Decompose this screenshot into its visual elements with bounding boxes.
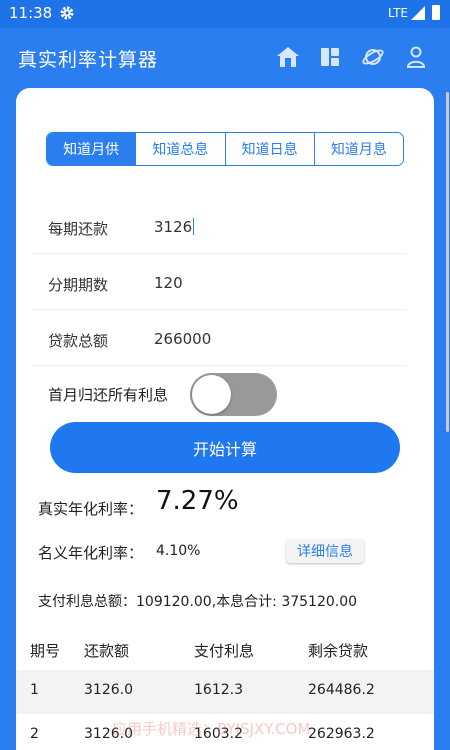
dashboard-icon[interactable] bbox=[318, 45, 342, 69]
principal-label: 贷款总额 bbox=[48, 332, 109, 350]
interest-summary: 支付利息总额：109120.00,本息合计: 375120.00 bbox=[38, 594, 358, 610]
start-calculate-button[interactable]: 开始计算 bbox=[50, 422, 400, 473]
periods-field[interactable]: 分期期数 120 bbox=[32, 255, 406, 310]
user-icon[interactable] bbox=[404, 45, 428, 69]
tab-monthly-interest[interactable]: 知道月息 bbox=[313, 133, 403, 165]
detail-info-button[interactable]: 详细信息 bbox=[286, 539, 364, 563]
header-period: 期号 bbox=[30, 642, 61, 660]
tab-daily-interest[interactable]: 知道日息 bbox=[224, 133, 314, 165]
watermark: 应用手机精选：BYJSJXY.COM bbox=[112, 720, 311, 738]
planet-icon[interactable] bbox=[361, 45, 385, 69]
toggle-knob bbox=[192, 375, 231, 414]
tab-monthly-payment[interactable]: 知道月供 bbox=[47, 133, 136, 165]
status-bar: 11:38 LTE bbox=[0, 0, 450, 28]
status-time: 11:38 bbox=[9, 4, 53, 22]
home-icon[interactable] bbox=[276, 45, 300, 69]
app-bar: 真实利率计算器 bbox=[0, 28, 450, 86]
schedule-table-header: 期号 还款额 支付利息 剩余贷款 bbox=[16, 628, 434, 666]
text-caret bbox=[193, 218, 195, 235]
mode-tabs: 知道月供 知道总息 知道日息 知道月息 bbox=[46, 132, 404, 166]
real-rate-label: 真实年化利率： bbox=[38, 500, 144, 518]
first-month-interest-label: 首月归还所有利息 bbox=[48, 386, 169, 404]
app-title: 真实利率计算器 bbox=[18, 49, 159, 71]
principal-input[interactable]: 266000 bbox=[154, 330, 211, 348]
gear-icon bbox=[60, 6, 74, 20]
periods-input[interactable]: 120 bbox=[154, 274, 183, 292]
table-row: 1 3126.0 1612.3 264486.2 bbox=[16, 670, 434, 714]
nominal-rate-label: 名义年化利率： bbox=[38, 544, 144, 562]
battery-icon bbox=[432, 5, 440, 20]
payment-input[interactable]: 3126 bbox=[154, 218, 195, 236]
header-interest: 支付利息 bbox=[194, 642, 255, 660]
scrollbar[interactable] bbox=[446, 92, 449, 432]
row-period: 2 bbox=[30, 726, 39, 742]
row-remaining: 264486.2 bbox=[308, 682, 375, 698]
payment-label: 每期还款 bbox=[48, 220, 109, 238]
calculator-card: 知道月供 知道总息 知道日息 知道月息 每期还款 3126 分期期数 120 贷… bbox=[16, 88, 434, 750]
row-remaining: 262963.2 bbox=[308, 726, 375, 742]
row-payment: 3126.0 bbox=[84, 682, 133, 698]
signal-icon bbox=[411, 6, 425, 20]
row-interest: 1612.3 bbox=[194, 682, 243, 698]
network-type: LTE bbox=[388, 6, 408, 20]
real-rate-value: 7.27% bbox=[156, 486, 239, 516]
header-payment: 还款额 bbox=[84, 642, 130, 660]
row-period: 1 bbox=[30, 682, 39, 698]
tab-total-interest[interactable]: 知道总息 bbox=[135, 133, 225, 165]
nominal-rate-value: 4.10% bbox=[156, 543, 201, 559]
principal-field[interactable]: 贷款总额 266000 bbox=[32, 311, 406, 366]
header-remaining: 剩余贷款 bbox=[308, 642, 369, 660]
first-month-interest-toggle[interactable] bbox=[190, 373, 277, 416]
periods-label: 分期期数 bbox=[48, 276, 109, 294]
payment-field[interactable]: 每期还款 3126 bbox=[32, 199, 406, 254]
